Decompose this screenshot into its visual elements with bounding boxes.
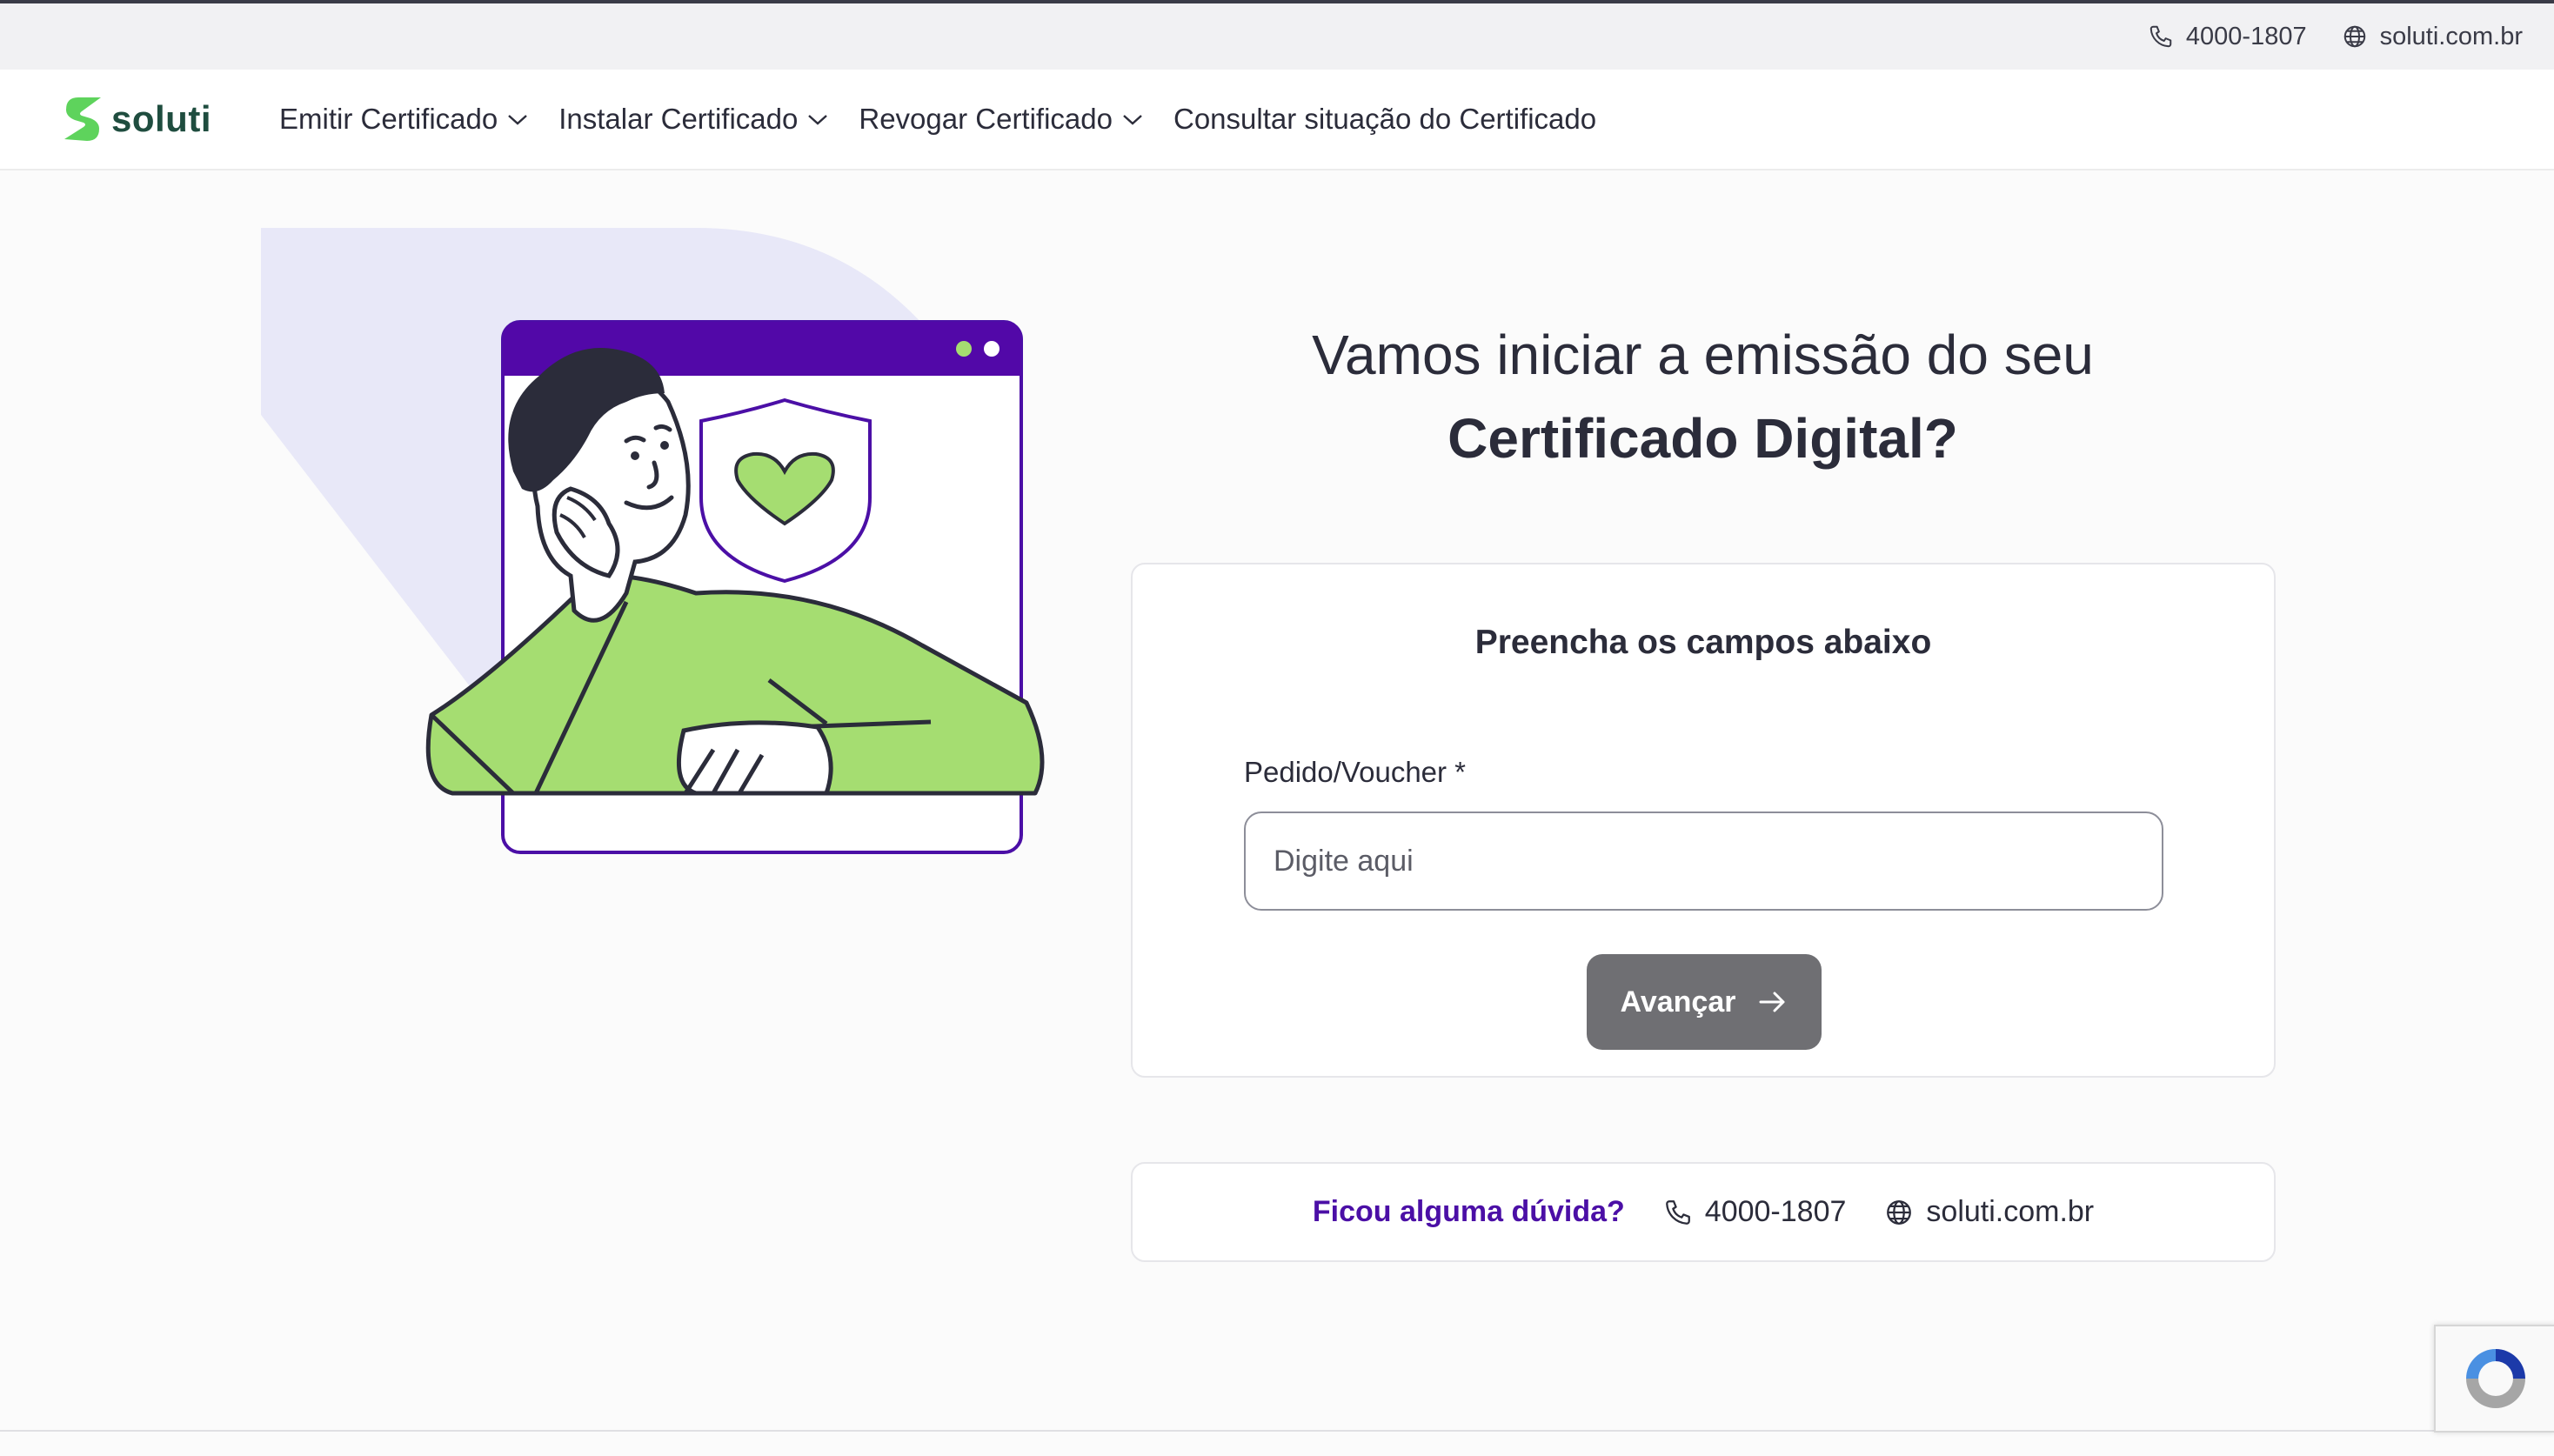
form-title: Preencha os campos abaixo <box>1474 624 1932 661</box>
globe-icon <box>2342 23 2368 50</box>
voucher-field-label: Pedido/Voucher * <box>1244 756 1467 788</box>
hero-illustration <box>261 228 1061 854</box>
help-website-text: soluti.com.br <box>1926 1195 2095 1228</box>
footer-divider <box>0 1430 2554 1432</box>
person-at-window-illustration <box>261 228 1045 854</box>
page-heading: Vamos iniciar a emissão do seu Certifica… <box>1131 313 2275 480</box>
help-phone[interactable]: 4000-1807 <box>1663 1195 1847 1229</box>
topbar-phone[interactable]: 4000-1807 <box>2148 23 2307 51</box>
page-heading-line2: Certificado Digital? <box>1447 407 1958 470</box>
chevron-down-icon <box>1121 111 1144 127</box>
help-website[interactable]: soluti.com.br <box>1884 1195 2094 1229</box>
voucher-input[interactable] <box>1244 811 2163 911</box>
globe-icon <box>1884 1198 1914 1227</box>
nav-item-emitir-certificado[interactable]: Emitir Certificado <box>279 103 529 136</box>
recaptcha-icon <box>2459 1342 2532 1415</box>
soluti-logo-icon <box>61 94 104 144</box>
topbar-phone-text: 4000-1807 <box>2185 22 2307 50</box>
nav-item-revogar-certificado[interactable]: Revogar Certificado <box>859 103 1144 136</box>
phone-icon <box>2148 23 2174 50</box>
main-navigation: soluti Emitir Certificado Instalar Certi… <box>0 70 2554 170</box>
advance-button-label: Avançar <box>1620 985 1736 1019</box>
page-heading-line1: Vamos iniciar a emissão do seu <box>1312 324 2094 386</box>
voucher-form-card: Preencha os campos abaixo Pedido/Voucher… <box>1131 563 2276 1078</box>
top-contact-bar: 4000-1807 soluti.com.br <box>0 3 2554 70</box>
advance-button[interactable]: Avançar <box>1587 954 1822 1050</box>
help-contact-card: Ficou alguma dúvida? 4000-1807 soluti.co… <box>1131 1162 2276 1262</box>
help-question[interactable]: Ficou alguma dúvida? <box>1313 1195 1625 1229</box>
arrow-right-icon <box>1758 989 1788 1015</box>
chevron-down-icon <box>806 111 829 127</box>
nav-item-consultar-situacao[interactable]: Consultar situação do Certificado <box>1173 103 1596 136</box>
phone-icon <box>1663 1198 1693 1227</box>
nav-item-label: Instalar Certificado <box>558 103 799 135</box>
nav-item-label: Consultar situação do Certificado <box>1173 103 1597 135</box>
nav-item-instalar-certificado[interactable]: Instalar Certificado <box>558 103 829 136</box>
recaptcha-badge[interactable] <box>2434 1325 2554 1433</box>
logo-text: soluti <box>111 98 211 139</box>
topbar-website[interactable]: soluti.com.br <box>2342 23 2523 51</box>
nav-item-label: Revogar Certificado <box>859 103 1113 135</box>
chevron-down-icon <box>506 111 529 127</box>
help-phone-text: 4000-1807 <box>1704 1195 1847 1228</box>
soluti-logo[interactable]: soluti <box>61 94 211 144</box>
topbar-website-text: soluti.com.br <box>2379 22 2523 50</box>
nav-item-label: Emitir Certificado <box>279 103 498 135</box>
